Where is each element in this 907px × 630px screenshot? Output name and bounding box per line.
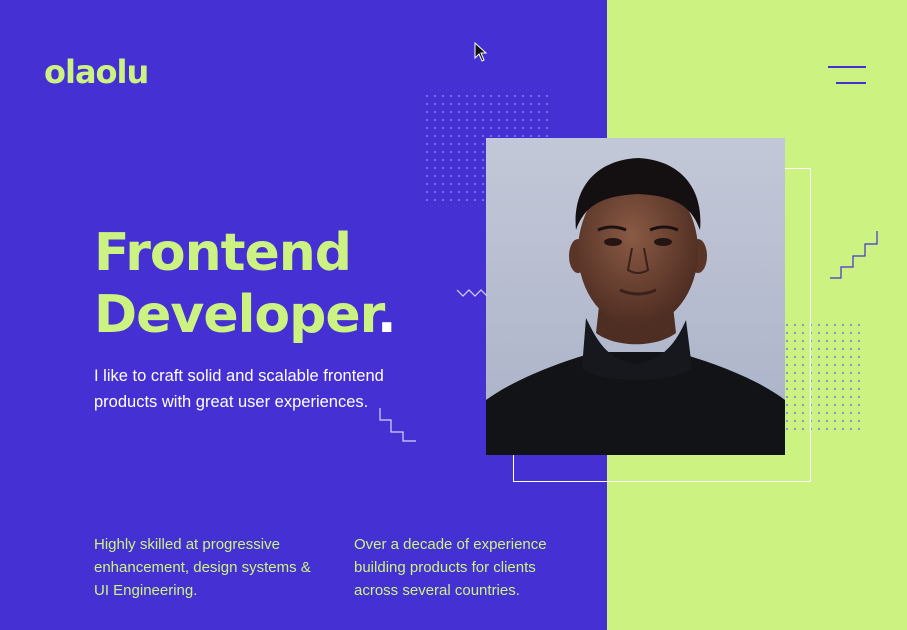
- logo[interactable]: olaolu: [44, 52, 149, 92]
- staircase-decoration-right: [830, 231, 878, 279]
- hamburger-menu-icon[interactable]: [826, 62, 868, 88]
- headline-line-2: Developer: [94, 285, 378, 345]
- hero-headline: Frontend Developer.: [94, 222, 397, 346]
- zigzag-decoration: [456, 289, 488, 297]
- headline-dot: .: [376, 285, 397, 345]
- headline-line-1: Frontend: [94, 223, 352, 283]
- feature-text-experience: Over a decade of experience building pro…: [354, 536, 547, 599]
- portrait-photo: [486, 138, 785, 455]
- menu-line-bottom: [836, 82, 866, 84]
- feature-text-skills: Highly skilled at progressive enhancemen…: [94, 536, 311, 599]
- menu-line-top: [828, 66, 866, 68]
- hero-tagline: I like to craft solid and scalable front…: [94, 367, 384, 411]
- mouse-cursor-icon: [474, 42, 488, 62]
